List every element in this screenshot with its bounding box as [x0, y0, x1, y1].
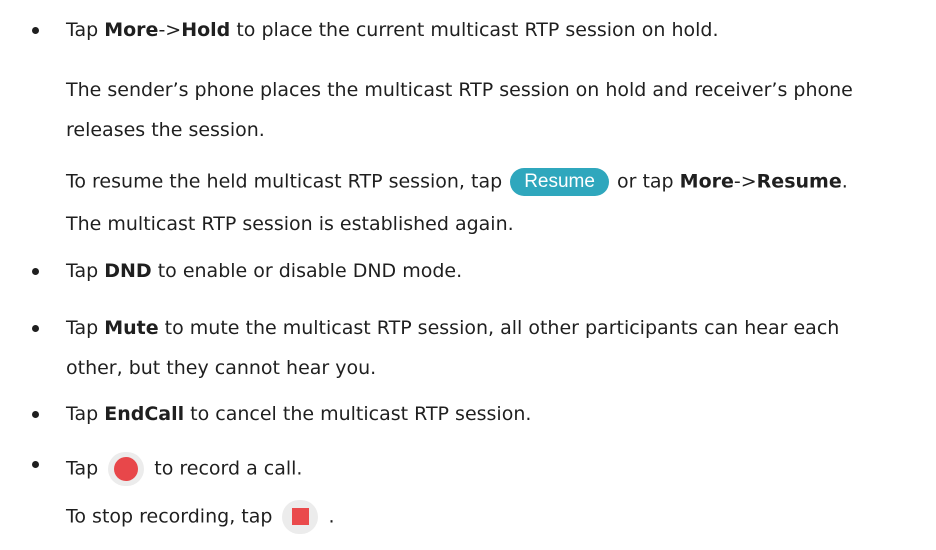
more-label: More — [104, 19, 159, 41]
paragraph: releases the session. — [66, 119, 265, 141]
paragraph-stop: To stop recording, tap . — [66, 500, 335, 534]
bullet — [32, 27, 39, 34]
paragraph: other, but they cannot hear you. — [66, 357, 377, 379]
paragraph: The multicast RTP session is established… — [66, 213, 514, 235]
bullet — [32, 461, 39, 468]
paragraph-resume: To resume the held multicast RTP session… — [66, 168, 848, 196]
record-dot — [114, 457, 139, 481]
bullet — [32, 411, 39, 418]
list-item-endcall: Tap EndCall to cancel the multicast RTP … — [66, 403, 532, 425]
list-item-dnd: Tap DND to enable or disable DND mode. — [66, 260, 463, 282]
resume-button[interactable]: Resume — [510, 168, 609, 196]
bullet — [32, 325, 39, 332]
list-item-mute: Tap Mute to mute the multicast RTP sessi… — [66, 317, 840, 339]
stop-record-icon[interactable] — [282, 500, 319, 534]
hold-label: Hold — [181, 19, 231, 41]
paragraph: The sender’s phone places the multicast … — [66, 79, 853, 101]
record-icon[interactable] — [108, 452, 145, 486]
stop-square — [292, 508, 310, 525]
list-item-hold: Tap More->Hold to place the current mult… — [66, 19, 719, 41]
list-item-record: Tap to record a call. — [66, 452, 302, 486]
bullet — [32, 268, 39, 275]
